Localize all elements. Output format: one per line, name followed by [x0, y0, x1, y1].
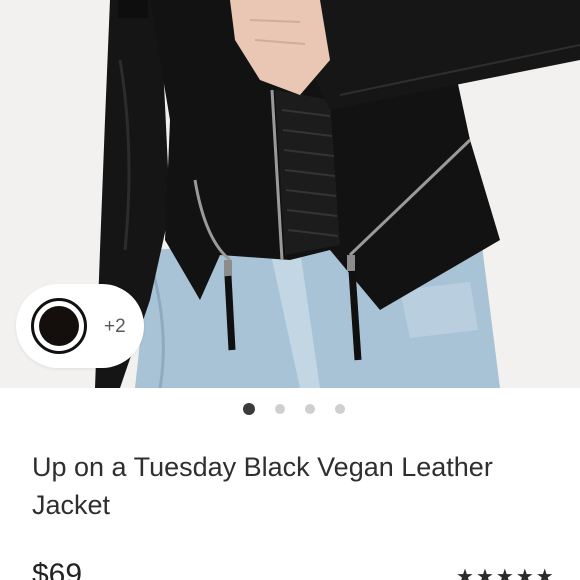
star-icon: ★ — [495, 566, 514, 580]
selected-color-swatch[interactable] — [31, 298, 87, 354]
carousel-indicator — [0, 402, 580, 416]
star-icon: ★ — [456, 566, 474, 580]
product-price: $69 — [32, 558, 83, 580]
carousel-dot-3[interactable] — [305, 404, 315, 414]
star-icon: ★ — [475, 566, 494, 580]
product-image[interactable]: +2 — [0, 0, 580, 388]
rating-stars[interactable]: ★ ★ ★ ★ ★ — [456, 567, 554, 580]
star-icon: ★ — [515, 566, 534, 580]
color-swatch-selector: +2 — [16, 284, 144, 368]
black-color-dot — [39, 306, 79, 346]
carousel-dot-1[interactable] — [243, 403, 255, 415]
carousel-dot-2[interactable] — [275, 404, 285, 414]
carousel-dot-4[interactable] — [335, 404, 345, 414]
star-half-icon: ★ — [535, 566, 554, 580]
product-title: Up on a Tuesday Black Vegan Leather Jack… — [32, 452, 493, 520]
more-colors-count[interactable]: +2 — [104, 316, 126, 338]
